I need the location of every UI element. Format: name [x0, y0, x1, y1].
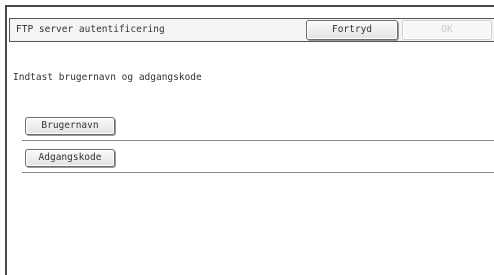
cancel-button[interactable]: Fortryd [306, 20, 398, 40]
password-button[interactable]: Adgangskode [25, 149, 115, 167]
divider [22, 172, 494, 173]
username-button[interactable]: Brugernavn [25, 117, 115, 135]
dialog-title: FTP server autentificering [16, 24, 165, 35]
divider [22, 140, 494, 141]
ok-button: OK [402, 20, 492, 40]
instruction-text: Indtast brugernavn og adgangskode [13, 72, 202, 83]
